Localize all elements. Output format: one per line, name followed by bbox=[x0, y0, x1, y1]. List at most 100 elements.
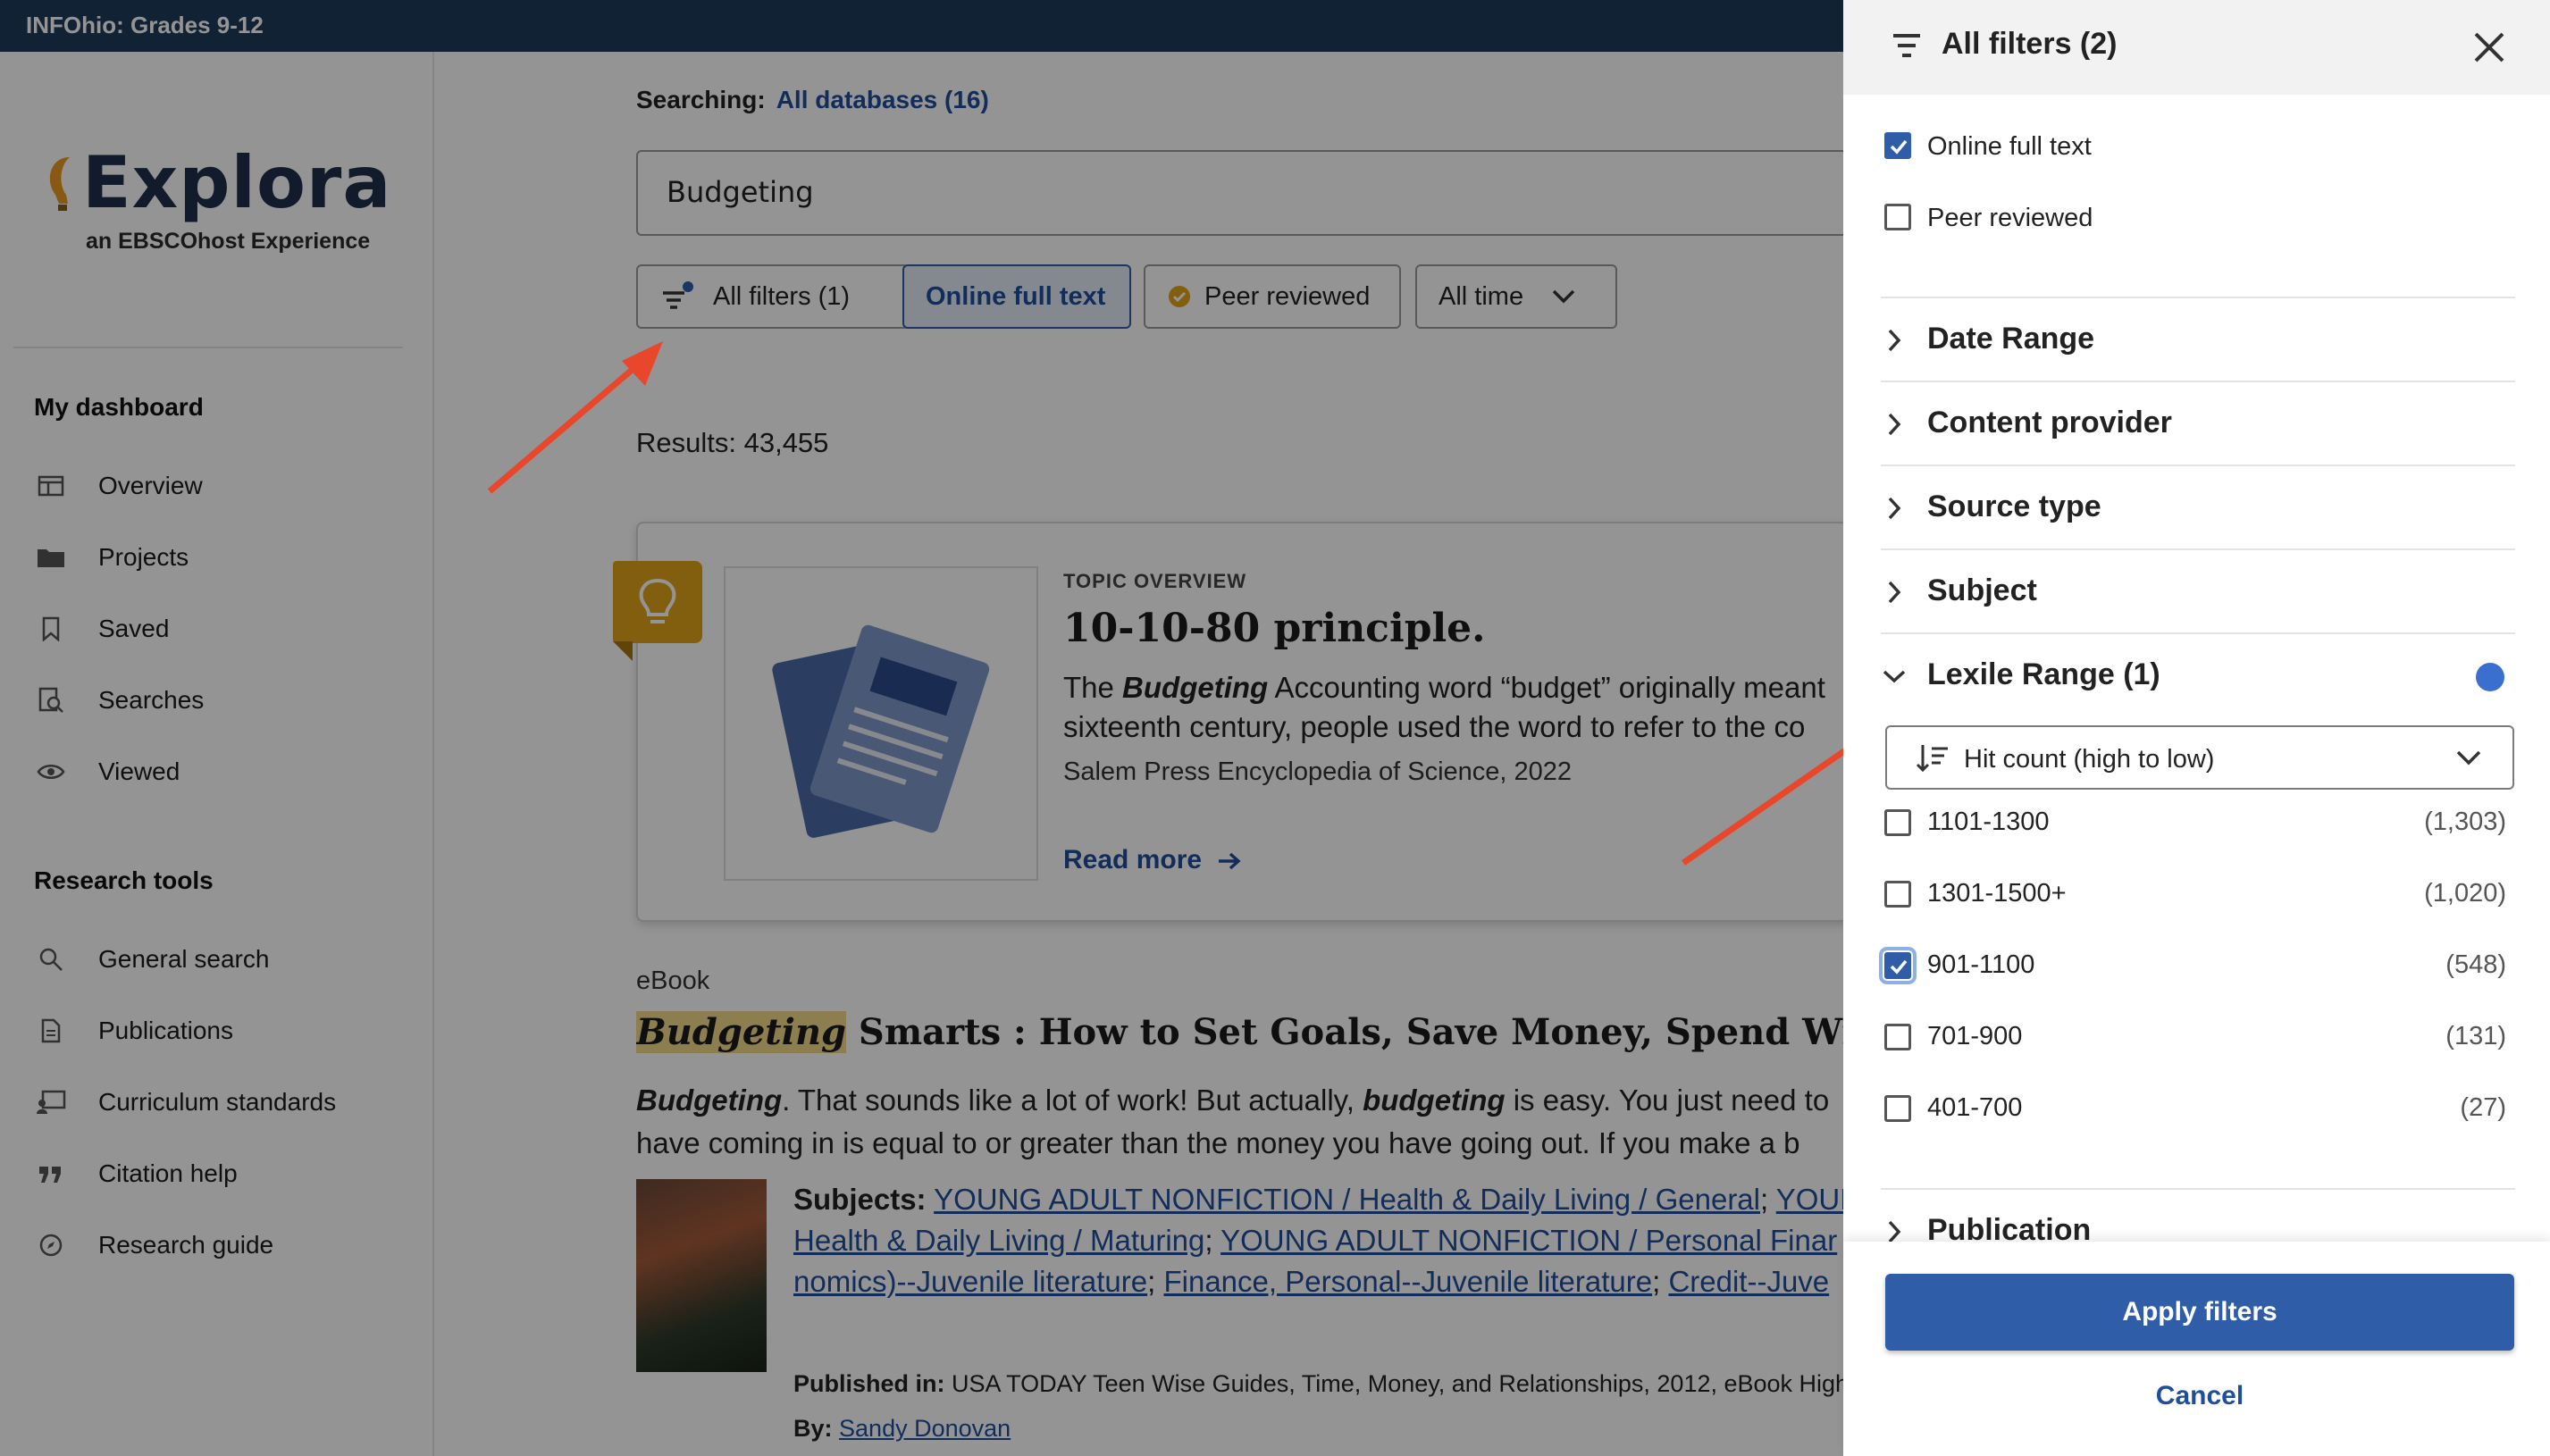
sidebar-item-label: General search bbox=[98, 945, 270, 973]
balloon-logo-icon bbox=[49, 157, 70, 211]
result-title-link[interactable]: Budgeting Smarts : How to Set Goals, Sav… bbox=[636, 1011, 1843, 1053]
sidebar-item-searches[interactable]: Searches bbox=[34, 681, 409, 720]
subject-link[interactable]: YOUNG ADULT NONFICTION / Personal Finar bbox=[1220, 1224, 1837, 1257]
search-input[interactable] bbox=[667, 175, 1739, 209]
subject-link[interactable]: Health & Daily Living / Maturing bbox=[793, 1224, 1204, 1257]
lexile-option[interactable]: 701-900 (131) bbox=[1881, 1011, 2506, 1065]
online-full-text-checkbox[interactable] bbox=[1884, 132, 1911, 159]
sidebar-item-saved[interactable]: Saved bbox=[34, 609, 409, 649]
sidebar-item-general-search[interactable]: General search bbox=[34, 940, 409, 979]
online-full-text-chip[interactable]: Online full text bbox=[902, 264, 1131, 329]
subject-link[interactable]: YOUN bbox=[1776, 1183, 1843, 1216]
subject-link[interactable]: nomics)--Juvenile literature bbox=[793, 1265, 1147, 1298]
chevron-right-icon bbox=[1888, 413, 1901, 436]
sidebar-item-projects[interactable]: Projects bbox=[34, 538, 409, 577]
results-count: Results: 43,455 bbox=[636, 427, 829, 458]
cancel-button[interactable]: Cancel bbox=[1885, 1381, 2514, 1411]
active-filter-dot bbox=[2476, 663, 2504, 691]
quote-icon bbox=[34, 1160, 68, 1187]
explora-logo[interactable]: Explora an EBSCOhost Experience bbox=[43, 141, 390, 311]
published-label: Published in: bbox=[793, 1370, 945, 1397]
lexile-checkbox[interactable] bbox=[1884, 881, 1911, 908]
sort-dropdown[interactable]: Hit count (high to low) bbox=[1885, 725, 2514, 790]
read-more-label: Read more bbox=[1063, 845, 1203, 874]
institution-title: INFOhio: Grades 9-12 bbox=[26, 12, 264, 38]
search-box[interactable] bbox=[636, 150, 1843, 236]
section-lexile-range[interactable]: Lexile Range (1) bbox=[1881, 632, 2515, 716]
section-label: Date Range bbox=[1927, 322, 2095, 356]
database-selector-link[interactable]: All databases (16) bbox=[776, 86, 989, 113]
desc-highlight: Budgeting bbox=[636, 1084, 783, 1117]
lexile-option[interactable]: 1101-1300 (1,303) bbox=[1881, 797, 2506, 850]
topic-title-link[interactable]: 10-10-80 principle. bbox=[1063, 606, 1485, 651]
section-label: Content provider bbox=[1927, 406, 2172, 439]
sidebar-item-viewed[interactable]: Viewed bbox=[34, 752, 409, 791]
published-in: Published in: USA TODAY Teen Wise Guides… bbox=[793, 1370, 1843, 1398]
peer-reviewed-badge-icon bbox=[1169, 286, 1190, 307]
peer-reviewed-checkbox[interactable] bbox=[1884, 204, 1911, 230]
topic-source: Salem Press Encyclopedia of Science, 202… bbox=[1063, 757, 1573, 786]
time-range-label: All time bbox=[1439, 281, 1524, 311]
sidebar-item-curriculum-standards[interactable]: Curriculum standards bbox=[34, 1083, 409, 1122]
apply-filters-button[interactable]: Apply filters bbox=[1885, 1274, 2514, 1351]
chevron-right-icon bbox=[1888, 497, 1901, 520]
searching-line: Searching: All databases (16) bbox=[636, 86, 989, 114]
title-highlight: Budgeting bbox=[636, 1011, 846, 1053]
filter-icon bbox=[663, 281, 693, 309]
sidebar-item-citation-help[interactable]: Citation help bbox=[34, 1154, 409, 1193]
desc-text: . That sounds like a lot of work! But ac… bbox=[782, 1084, 1363, 1117]
section-label: Lexile Range (1) bbox=[1927, 657, 2160, 691]
lexile-count: (548) bbox=[2445, 950, 2506, 979]
sidebar-item-overview[interactable]: Overview bbox=[34, 466, 409, 506]
sidebar-item-publications[interactable]: Publications bbox=[34, 1011, 409, 1050]
newspaper-illustration-icon bbox=[772, 624, 990, 838]
sidebar-item-research-guide[interactable]: Research guide bbox=[34, 1226, 409, 1265]
section-source-type[interactable]: Source type bbox=[1881, 464, 2515, 548]
lexile-checkbox[interactable] bbox=[1884, 1024, 1911, 1050]
topic-thumbnail[interactable] bbox=[724, 566, 1038, 881]
lexile-checkbox[interactable] bbox=[1884, 809, 1911, 836]
results-main: Searching: All databases (16) All filters… bbox=[436, 52, 1843, 1456]
peer-reviewed-chip[interactable]: Peer reviewed bbox=[1144, 264, 1401, 329]
desc-highlight: budgeting bbox=[1363, 1084, 1506, 1117]
sidebar-item-label: Research guide bbox=[98, 1231, 274, 1259]
lexile-count: (1,020) bbox=[2424, 879, 2506, 908]
logo-wordmark: Explora bbox=[82, 141, 392, 224]
result-type-label: eBook bbox=[636, 966, 710, 995]
snippet-text: sixteenth century, people used the word … bbox=[1063, 710, 1806, 743]
checkmark-icon bbox=[1890, 139, 1908, 155]
lexile-option[interactable]: 901-1100 (548) bbox=[1879, 940, 2506, 993]
subject-link[interactable]: YOUNG ADULT NONFICTION / Health & Daily … bbox=[934, 1183, 1760, 1216]
chevron-right-icon bbox=[1888, 581, 1901, 604]
section-content-provider[interactable]: Content provider bbox=[1881, 381, 2515, 464]
lexile-label: 1101-1300 bbox=[1927, 807, 2050, 836]
time-range-dropdown[interactable]: All time bbox=[1415, 264, 1617, 329]
topic-snippet: The Budgeting Accounting word “budget” o… bbox=[1063, 668, 1843, 747]
chevron-down-icon bbox=[2456, 750, 2481, 766]
lexile-checkbox[interactable] bbox=[1884, 1095, 1911, 1122]
subject-link[interactable]: Credit--Juve bbox=[1668, 1265, 1829, 1298]
lexile-count: (131) bbox=[2445, 1022, 2506, 1050]
author-link[interactable]: Sandy Donovan bbox=[839, 1415, 1011, 1442]
peer-reviewed-option: Peer reviewed bbox=[1927, 204, 2093, 232]
published-value: USA TODAY Teen Wise Guides, Time, Money,… bbox=[952, 1370, 1843, 1397]
searching-label: Searching: bbox=[636, 86, 766, 113]
lexile-option[interactable]: 1301-1500+ (1,020) bbox=[1881, 868, 2506, 922]
lexile-checkbox[interactable] bbox=[1879, 947, 1917, 984]
all-filters-button[interactable]: All filters (1) bbox=[636, 264, 910, 329]
book-cover-image[interactable] bbox=[636, 1179, 767, 1372]
title-text: Smarts : How to Set Goals, Save Money, S… bbox=[858, 1011, 1843, 1053]
chevron-down-icon bbox=[1552, 289, 1575, 304]
read-more-link[interactable]: Read more bbox=[1063, 845, 1243, 875]
subject-link[interactable]: Finance, Personal--Juvenile literature bbox=[1163, 1265, 1652, 1298]
sidebar-item-label: Overview bbox=[98, 472, 203, 499]
section-date-range[interactable]: Date Range bbox=[1881, 297, 2515, 381]
section-subject[interactable]: Subject bbox=[1881, 548, 2515, 632]
sidebar-divider bbox=[13, 347, 403, 348]
snippet-highlight: Budgeting bbox=[1122, 671, 1269, 704]
section-label: Source type bbox=[1927, 490, 2101, 523]
lexile-option[interactable]: 401-700 (27) bbox=[1881, 1083, 2506, 1136]
sidebar: Explora an EBSCOhost Experience My dashb… bbox=[0, 52, 434, 1456]
close-icon[interactable] bbox=[2469, 27, 2510, 68]
sidebar-item-label: Projects bbox=[98, 543, 189, 571]
